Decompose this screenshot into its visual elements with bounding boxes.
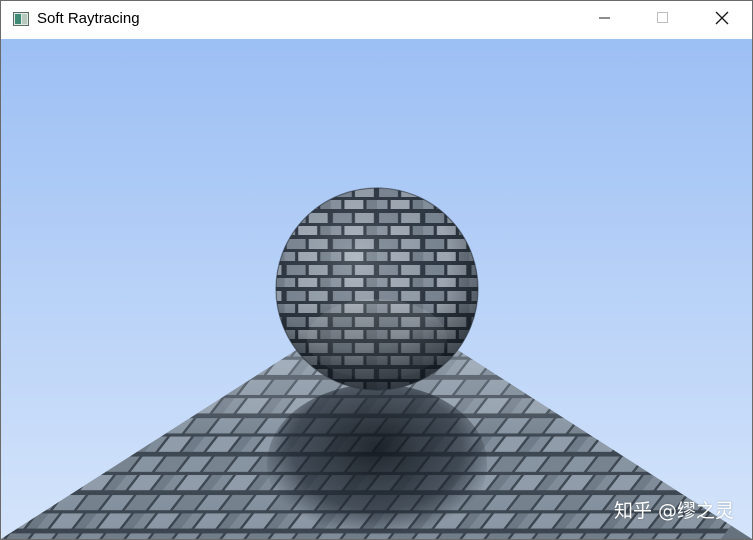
minimize-icon — [599, 11, 611, 29]
close-button[interactable] — [693, 1, 751, 39]
maximize-icon — [657, 11, 669, 29]
app-window: Soft Raytracing 知乎 @缪之灵 — [0, 0, 753, 540]
close-icon — [715, 11, 729, 30]
maximize-button[interactable] — [634, 1, 692, 39]
title-bar[interactable]: Soft Raytracing — [1, 1, 752, 39]
window-app-icon — [13, 12, 29, 26]
minimize-button[interactable] — [576, 1, 634, 39]
render-viewport: 知乎 @缪之灵 — [1, 39, 752, 539]
sphere-shadow — [267, 384, 487, 539]
window-title: Soft Raytracing — [37, 10, 140, 27]
watermark-text: 知乎 @缪之灵 — [613, 500, 734, 522]
